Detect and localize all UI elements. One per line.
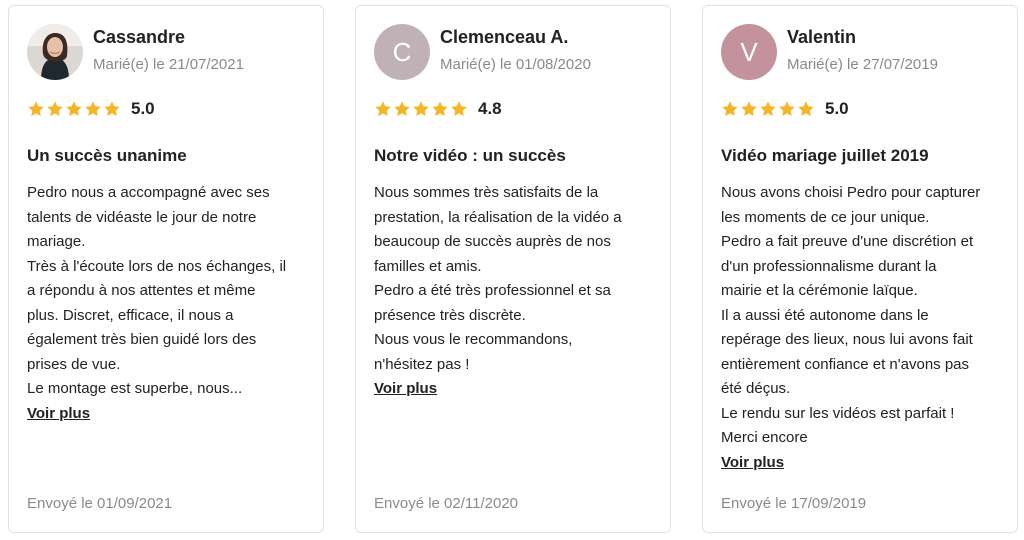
star-icon (798, 101, 814, 117)
review-line: n'hésitez pas ! (374, 355, 470, 373)
avatar: C (374, 24, 430, 80)
star-icon (413, 101, 429, 117)
star-icon (104, 101, 120, 117)
review-line: Pedro nous a accompagné avec ses (27, 184, 270, 201)
review-title: Notre vidéo : un succès (374, 146, 566, 165)
stars (721, 100, 815, 118)
avatar: V (721, 24, 777, 80)
review-body: Nous avons choisi Pedro pour capturer le… (721, 181, 1011, 475)
see-more-link[interactable]: Voir plus (374, 377, 437, 402)
review-line: Très à l'écoute lors de nos échanges, il (27, 257, 287, 275)
review-line: plus. Discret, efficace, il nous a (27, 306, 234, 324)
review-line: Pedro a fait preuve d'une discrétion et (721, 233, 974, 250)
star-icon (28, 101, 44, 117)
review-body: Nous sommes très satisfaits de la presta… (374, 181, 664, 402)
sent-date: Envoyé le 02/11/2020 (374, 495, 519, 512)
star-icon (779, 101, 795, 117)
review-line: Pedro a été très professionnel et sa (374, 282, 611, 299)
wedding-date: Marié(e) le 01/08/2020 (440, 56, 591, 73)
see-more-link[interactable]: Voir plus (721, 451, 784, 476)
wedding-date: Marié(e) le 21/07/2021 (93, 56, 244, 73)
reviewer-name: Cassandre (93, 27, 186, 47)
reviewer-name: Clemenceau A. (440, 27, 569, 47)
sent-date: Envoyé le 17/09/2019 (721, 495, 867, 512)
stars (374, 100, 468, 118)
avatar-initial: V (740, 36, 758, 67)
star-icon (375, 101, 391, 117)
rating-score: 5.0 (131, 99, 155, 118)
review-card: V Valentin Marié(e) le 27/07/2019 5.0 Vi… (702, 5, 1018, 533)
review-body: Pedro nous a accompagné avec ses talents… (27, 181, 317, 426)
avatar-initial: C (392, 36, 412, 67)
review-line: entièrement confiance et n'avons pas (721, 355, 970, 373)
star-icon (741, 101, 757, 117)
review-line: également très bien guidé lors des (27, 331, 257, 348)
star-icon (66, 101, 82, 117)
review-line: familles et amis. (374, 257, 482, 275)
review-line: Le montage est superbe, nous... (27, 380, 243, 397)
review-line: Nous avons choisi Pedro pour capturer (721, 184, 981, 201)
reviewer-name: Valentin (787, 27, 857, 47)
sent-date: Envoyé le 01/09/2021 (27, 495, 173, 512)
review-line: prises de vue. (27, 355, 121, 373)
review-line: prestation, la réalisation de la vidéo a (374, 208, 622, 226)
review-line: Nous sommes très satisfaits de la (374, 184, 599, 201)
review-line: Merci encore (721, 429, 808, 446)
review-line: repérage des lieux, nous lui avons fait (721, 331, 973, 348)
rating-score: 5.0 (825, 99, 849, 118)
review-line: d'un professionnalisme durant la (721, 257, 937, 275)
star-icon (722, 101, 738, 117)
review-line: talents de vidéaste le jour de notre (27, 208, 257, 226)
review-line: a répondu à nos attentes et même (27, 282, 256, 299)
rating-score: 4.8 (478, 99, 502, 118)
review-line: mairie et la cérémonie laïque. (721, 282, 918, 299)
review-line: beaucoup de succès auprès de nos (374, 233, 611, 250)
review-line: Le rendu sur les vidéos est parfait ! (721, 404, 955, 422)
star-icon (760, 101, 776, 117)
user-photo-icon (27, 24, 83, 80)
review-line: Nous vous le recommandons, (374, 331, 573, 348)
review-title: Vidéo mariage juillet 2019 (721, 146, 929, 165)
stars (27, 100, 121, 118)
review-line: Il a aussi été autonome dans le (721, 306, 929, 324)
star-icon (432, 101, 448, 117)
rating: 4.8 (374, 98, 502, 120)
wedding-date: Marié(e) le 27/07/2019 (787, 56, 938, 73)
star-icon (85, 101, 101, 117)
avatar (27, 24, 83, 80)
rating: 5.0 (27, 98, 155, 120)
star-icon (394, 101, 410, 117)
review-card: C Clemenceau A. Marié(e) le 01/08/2020 4… (355, 5, 671, 533)
review-line: été déçus. (721, 380, 791, 397)
review-line: mariage. (27, 233, 86, 250)
review-card: Cassandre Marié(e) le 21/07/2021 5.0 Un … (8, 5, 324, 533)
review-line: présence très discrète. (374, 306, 526, 324)
see-more-link[interactable]: Voir plus (27, 402, 90, 427)
review-line: les moments de ce jour unique. (721, 208, 930, 226)
star-icon (47, 101, 63, 117)
rating: 5.0 (721, 98, 849, 120)
review-title: Un succès unanime (27, 146, 187, 165)
star-icon (451, 101, 467, 117)
